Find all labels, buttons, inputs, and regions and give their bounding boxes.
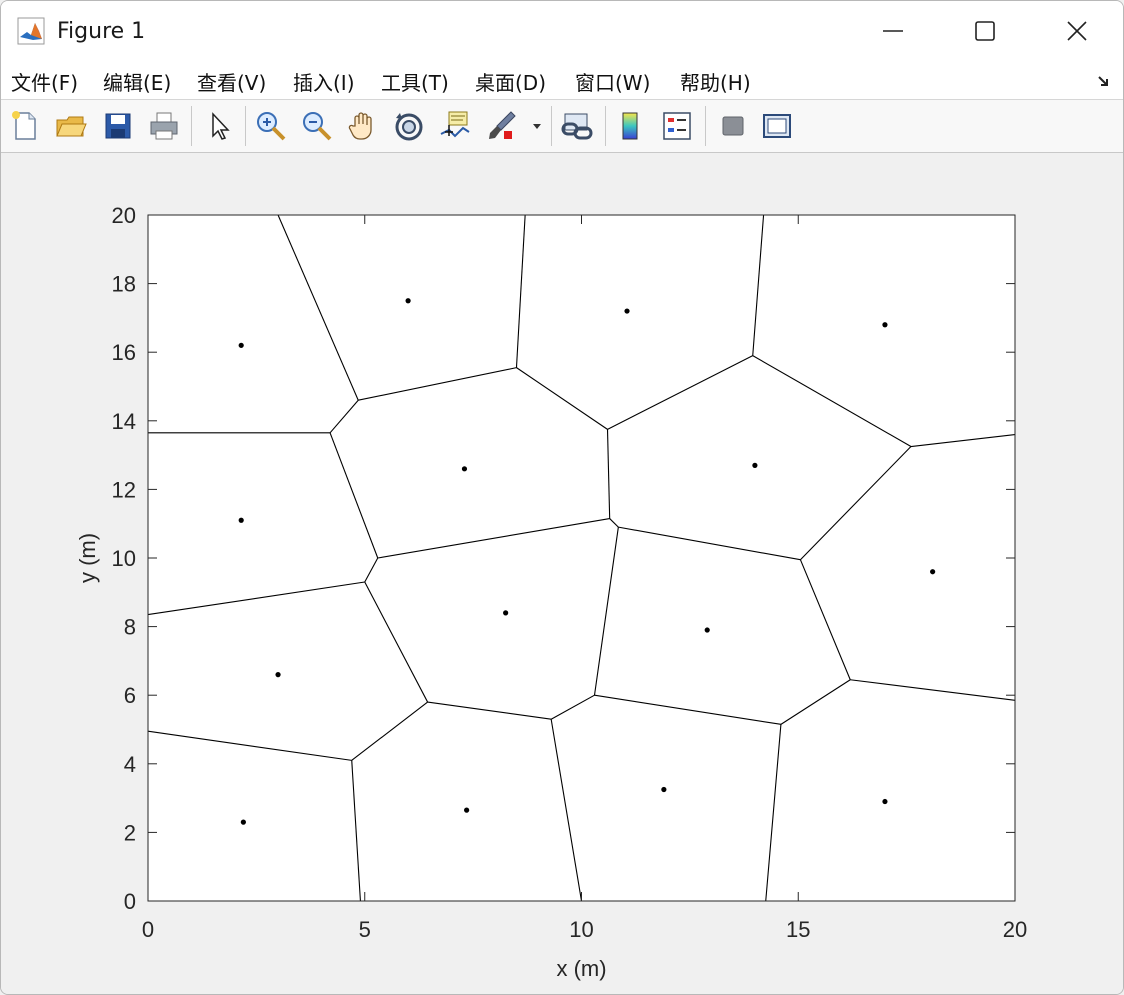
brush-button[interactable] (485, 108, 521, 144)
toolbar-separator (605, 106, 606, 146)
data-point[interactable] (238, 342, 244, 348)
hide-plot-tools-button[interactable] (715, 108, 751, 144)
select-pointer-button[interactable] (201, 108, 237, 144)
x-tick-label: 0 (142, 917, 154, 942)
data-point[interactable] (503, 610, 509, 616)
dock-arrow-icon[interactable] (1097, 73, 1113, 89)
colorbar-button[interactable] (613, 108, 649, 144)
y-tick-label: 4 (124, 752, 136, 777)
link-plot-icon (561, 113, 593, 140)
rotate-3d-icon (395, 113, 423, 141)
zoom-in-icon (257, 112, 286, 141)
menu-tools[interactable]: 工具(T) (381, 67, 449, 96)
toolbar-separator (191, 106, 192, 146)
data-cursor-icon (440, 111, 470, 138)
y-tick-label: 20 (112, 203, 136, 228)
axes-background (148, 215, 1015, 901)
x-tick-label: 5 (359, 917, 371, 942)
data-point[interactable] (661, 786, 667, 793)
data-cursor-button[interactable] (437, 108, 473, 144)
link-plot-button[interactable] (559, 108, 595, 144)
minimize-button[interactable] (847, 1, 939, 61)
y-tick-label: 18 (112, 272, 136, 297)
toolbar-separator (551, 106, 552, 146)
zoom-in-button[interactable] (253, 108, 289, 144)
print-button[interactable] (146, 108, 182, 144)
maximize-icon (975, 21, 995, 41)
data-point[interactable] (405, 298, 411, 304)
menu-view[interactable]: 查看(V) (197, 67, 266, 96)
y-tick-label: 14 (112, 409, 136, 434)
new-figure-button[interactable] (7, 108, 43, 144)
menu-window[interactable]: 窗口(W) (575, 67, 650, 96)
x-tick-label: 15 (786, 917, 810, 942)
data-point[interactable] (275, 672, 281, 678)
y-axis-label: y (m) (75, 533, 100, 583)
brush-dropdown-button[interactable] (527, 108, 547, 144)
colorbar-icon (622, 112, 638, 140)
title-bar[interactable]: Figure 1 (1, 1, 1123, 61)
new-figure-icon (12, 111, 36, 140)
save-icon (105, 113, 131, 139)
x-tick-label: 10 (569, 917, 593, 942)
zoom-out-icon (303, 112, 332, 141)
open-file-icon (56, 116, 87, 137)
save-button[interactable] (100, 108, 136, 144)
menu-edit[interactable]: 编辑(E) (103, 67, 171, 96)
data-point[interactable] (752, 462, 758, 468)
toolbar-separator (705, 106, 706, 146)
data-point[interactable] (464, 807, 470, 813)
data-point[interactable] (704, 627, 710, 633)
y-tick-label: 2 (124, 820, 136, 845)
y-tick-label: 16 (112, 340, 136, 365)
zoom-out-button[interactable] (299, 108, 335, 144)
y-tick-label: 6 (124, 683, 136, 708)
legend-button[interactable] (659, 108, 695, 144)
pan-hand-icon (348, 112, 372, 140)
menu-bar: 文件(F) 编辑(E) 查看(V) 插入(I) 工具(T) 桌面(D) 窗口(W… (1, 61, 1123, 100)
open-file-button[interactable] (53, 108, 89, 144)
close-icon (1067, 21, 1087, 41)
hide-plot-tools-icon (722, 116, 744, 136)
minimize-icon (883, 30, 903, 32)
data-point[interactable] (240, 819, 246, 825)
close-button[interactable] (1031, 1, 1123, 61)
legend-icon (663, 112, 691, 140)
menu-file[interactable]: 文件(F) (11, 67, 78, 96)
matlab-logo-icon (17, 17, 45, 45)
brush-dropdown-icon (533, 124, 541, 129)
toolbar-separator (245, 106, 246, 146)
figure-toolbar (1, 100, 1123, 153)
data-point[interactable] (930, 569, 936, 575)
data-point[interactable] (882, 798, 888, 805)
data-point[interactable] (624, 308, 630, 314)
y-tick-label: 8 (124, 615, 136, 640)
x-tick-label: 20 (1003, 917, 1027, 942)
y-tick-label: 12 (112, 477, 136, 502)
rotate-3d-button[interactable] (391, 108, 427, 144)
show-plot-tools-icon (763, 114, 791, 138)
maximize-button[interactable] (939, 1, 1031, 61)
voronoi-plot[interactable]: 0 5 10 15 20 0 2 4 6 8 10 12 14 16 18 20 x (m) y (m) (0, 152, 1122, 993)
show-plot-tools-button[interactable] (759, 108, 795, 144)
x-axis-label: x (m) (556, 956, 606, 981)
print-icon (150, 112, 178, 140)
y-tick-label: 10 (112, 546, 136, 571)
menu-help[interactable]: 帮助(H) (680, 67, 751, 96)
pan-button[interactable] (345, 108, 381, 144)
data-point[interactable] (238, 517, 244, 523)
select-pointer-icon (212, 112, 230, 140)
menu-desktop[interactable]: 桌面(D) (475, 67, 546, 96)
menu-insert[interactable]: 插入(I) (293, 67, 355, 96)
data-point[interactable] (461, 466, 468, 472)
window-title: Figure 1 (57, 19, 146, 44)
brush-icon (489, 111, 516, 139)
data-point[interactable] (882, 322, 888, 328)
y-tick-label: 0 (124, 889, 136, 914)
